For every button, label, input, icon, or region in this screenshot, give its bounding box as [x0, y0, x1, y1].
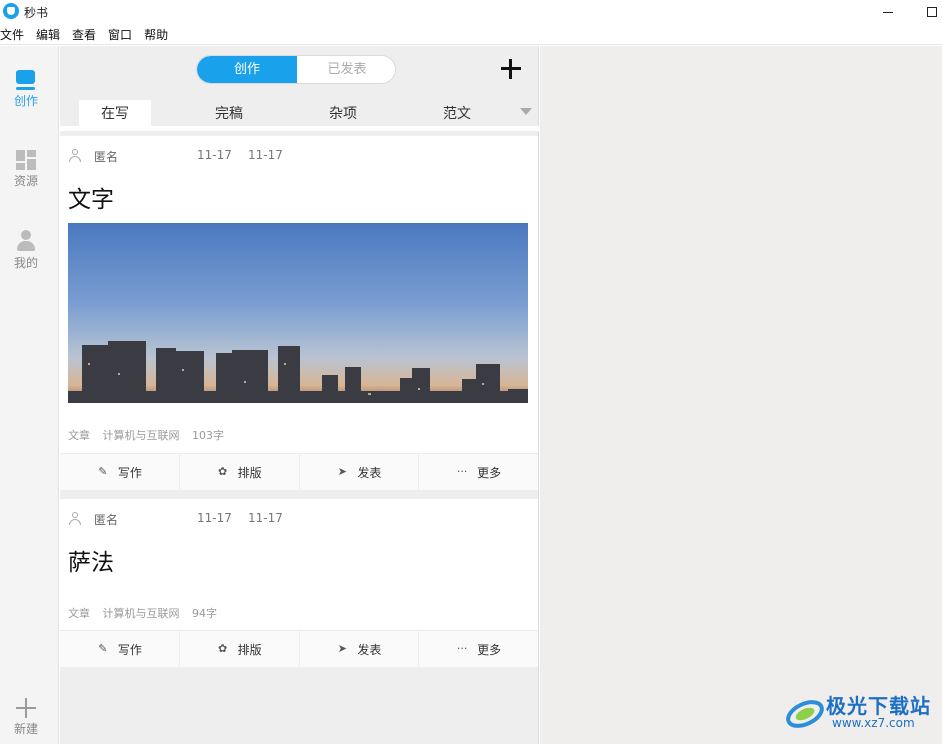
- app-logo-icon: [3, 3, 19, 19]
- article-created-date: 11-17: [197, 148, 232, 162]
- article-meta: 匿名 11-17 11-17: [68, 148, 528, 164]
- tab-create[interactable]: 创作: [197, 56, 297, 83]
- publish-button[interactable]: ➤ 发表: [300, 454, 420, 490]
- subtab-misc[interactable]: 杂项: [307, 100, 379, 126]
- sidebar-item-label: 创作: [13, 94, 38, 108]
- more-label: 更多: [477, 465, 502, 480]
- more-dots-icon: ···: [456, 642, 468, 655]
- nav-sidebar: 创作 资源 我的 新建: [0, 46, 59, 744]
- more-dots-icon: ···: [456, 465, 468, 478]
- maximize-button[interactable]: [922, 2, 942, 22]
- person-icon: [16, 230, 36, 252]
- article-created-date: 11-17: [197, 511, 232, 525]
- article-card[interactable]: 匿名 11-17 11-17 文字 文章 计算机与互联网 103字 ✎ 写作 ✿…: [60, 136, 538, 490]
- title-bar: 秒书: [0, 0, 942, 24]
- subtab-finished[interactable]: 完稿: [193, 100, 265, 126]
- article-actions: ✎ 写作 ✿ 排版 ➤ 发表 ··· 更多: [60, 630, 538, 667]
- article-author: 匿名: [94, 150, 119, 164]
- tabs-divider: [60, 126, 539, 131]
- user-icon: [68, 149, 82, 163]
- more-label: 更多: [477, 642, 502, 657]
- article-meta: 匿名 11-17 11-17: [68, 511, 528, 527]
- add-button[interactable]: [500, 58, 522, 80]
- menu-edit[interactable]: 编辑: [36, 26, 66, 43]
- watermark-name: 极光下载站: [826, 694, 931, 718]
- article-info: 文章 计算机与互联网 94字: [68, 605, 226, 621]
- plus-icon: [16, 698, 36, 718]
- layout-button[interactable]: ✿ 排版: [180, 454, 300, 490]
- new-document-label: 新建: [13, 722, 38, 736]
- grid-icon: [16, 150, 36, 170]
- write-label: 写作: [117, 465, 142, 480]
- write-button[interactable]: ✎ 写作: [60, 631, 180, 667]
- menu-file[interactable]: 文件: [0, 26, 30, 43]
- category-tabs: 在写 完稿 杂项 范文: [60, 100, 539, 126]
- article-modified-date: 11-17: [248, 511, 283, 525]
- menu-help[interactable]: 帮助: [144, 26, 174, 43]
- more-button[interactable]: ··· 更多: [419, 631, 538, 667]
- editor-pane: 极光下载站 www.xz7.com: [540, 46, 942, 744]
- menu-window[interactable]: 窗口: [108, 26, 138, 43]
- article-card[interactable]: 匿名 11-17 11-17 萨法 文章 计算机与互联网 94字 ✎ 写作 ✿ 排版…: [60, 499, 538, 667]
- subtab-writing[interactable]: 在写: [79, 100, 151, 126]
- layout-button[interactable]: ✿ 排版: [180, 631, 300, 667]
- tabs-dropdown-arrow-icon[interactable]: [520, 108, 532, 115]
- article-title: 文字: [68, 187, 114, 213]
- article-modified-date: 11-17: [248, 148, 283, 162]
- pencil-icon: ✎: [98, 642, 108, 655]
- menu-bar: 文件 编辑 查看 窗口 帮助: [0, 25, 942, 45]
- layout-label: 排版: [237, 642, 262, 657]
- layout-label: 排版: [237, 465, 262, 480]
- article-word-count: 103字: [192, 429, 224, 442]
- article-category: 计算机与互联网: [102, 429, 180, 442]
- menu-view[interactable]: 查看: [72, 26, 102, 43]
- pencil-icon: ✎: [98, 465, 108, 478]
- sidebar-item-resources[interactable]: 资源: [0, 150, 52, 189]
- watermark-url: www.xz7.com: [832, 716, 915, 730]
- article-actions: ✎ 写作 ✿ 排版 ➤ 发表 ··· 更多: [60, 453, 538, 490]
- window-title: 秒书: [24, 6, 49, 20]
- maximize-icon: [927, 7, 937, 17]
- send-icon: ➤: [337, 465, 347, 478]
- new-document-button[interactable]: 新建: [0, 698, 52, 737]
- watermark-logo-icon: [786, 700, 824, 728]
- article-info: 文章 计算机与互联网 103字: [68, 427, 233, 443]
- article-title: 萨法: [68, 550, 114, 576]
- article-word-count: 94字: [192, 607, 217, 620]
- subtab-samples[interactable]: 范文: [421, 100, 493, 126]
- article-type: 文章: [68, 429, 90, 442]
- sidebar-item-mine[interactable]: 我的: [0, 230, 52, 271]
- user-icon: [68, 512, 82, 526]
- publish-label: 发表: [357, 465, 382, 480]
- document-list-panel: 创作 已发表 在写 完稿 杂项 范文 匿名 11-17 11-17 文字 文章 …: [60, 46, 539, 744]
- mode-toggle: 创作 已发表: [196, 55, 396, 84]
- watermark: 极光下载站 www.xz7.com: [784, 686, 934, 736]
- more-button[interactable]: ··· 更多: [419, 454, 538, 490]
- article-type: 文章: [68, 607, 90, 620]
- sidebar-item-label: 我的: [13, 256, 38, 270]
- send-icon: ➤: [337, 642, 347, 655]
- publish-label: 发表: [357, 642, 382, 657]
- publish-button[interactable]: ➤ 发表: [300, 631, 420, 667]
- sidebar-item-label: 资源: [13, 174, 38, 188]
- article-category: 计算机与互联网: [102, 607, 180, 620]
- write-button[interactable]: ✎ 写作: [60, 454, 180, 490]
- article-cover-image: [68, 223, 528, 403]
- minimize-icon: [883, 11, 893, 13]
- palette-icon: ✿: [218, 642, 228, 655]
- edit-icon: [15, 70, 37, 90]
- write-label: 写作: [117, 642, 142, 657]
- sidebar-item-create[interactable]: 创作: [0, 70, 52, 109]
- minimize-button[interactable]: [878, 2, 898, 22]
- tab-published[interactable]: 已发表: [297, 56, 395, 83]
- article-author: 匿名: [94, 513, 119, 527]
- palette-icon: ✿: [218, 465, 228, 478]
